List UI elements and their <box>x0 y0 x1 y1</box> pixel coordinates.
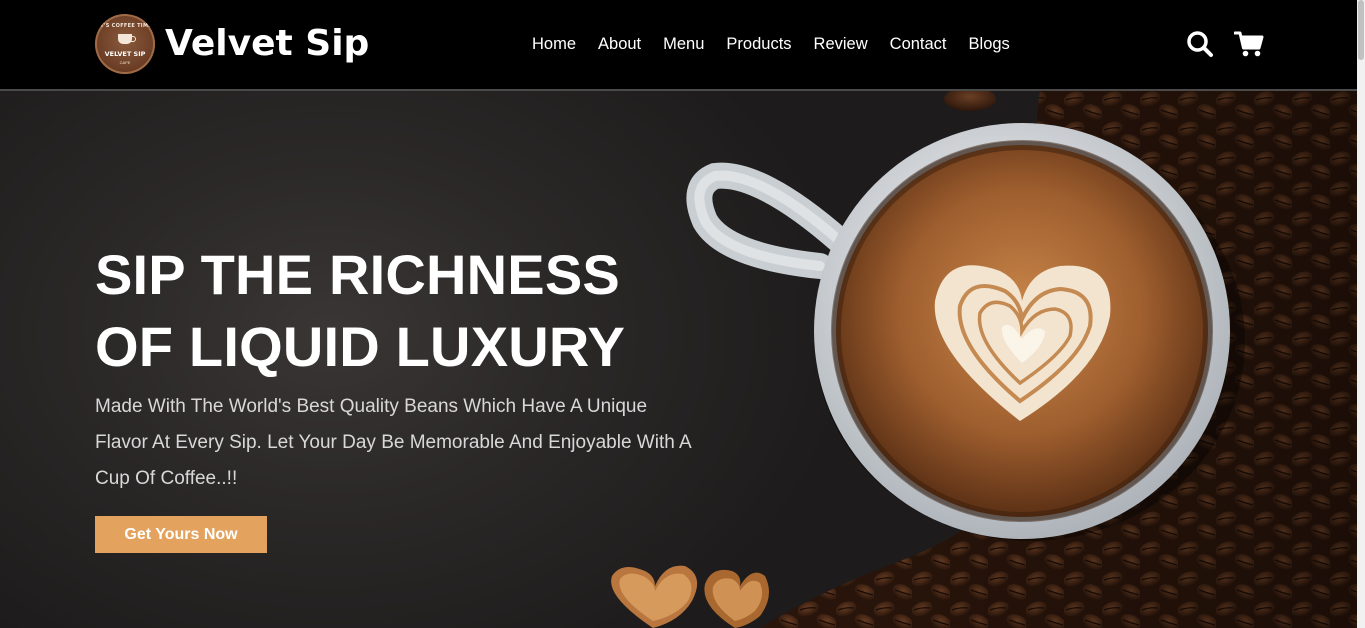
search-button[interactable] <box>1184 28 1216 60</box>
logo-badge[interactable]: IT'S COFFEE TIME VELVET SIP CAFE <box>95 14 155 74</box>
hero-title: SIP THE RICHNESS OF LIQUID LUXURY <box>95 239 715 383</box>
nav-products[interactable]: Products <box>726 33 791 55</box>
main-nav: Home About Menu Products Review Contact … <box>532 33 1010 55</box>
hero-section: SIP THE RICHNESS OF LIQUID LUXURY Made W… <box>0 91 1357 628</box>
nav-review[interactable]: Review <box>814 33 868 55</box>
nav-blogs[interactable]: Blogs <box>969 33 1010 55</box>
cart-button[interactable] <box>1233 28 1265 60</box>
nav-about[interactable]: About <box>598 33 641 55</box>
brand-name[interactable]: Velvet Sip <box>165 22 369 66</box>
nav-contact[interactable]: Contact <box>890 33 947 55</box>
logo-badge-sub: CAFE <box>119 60 131 65</box>
nav-home[interactable]: Home <box>532 33 576 55</box>
hero-title-line2: OF LIQUID LUXURY <box>95 315 626 378</box>
page: IT'S COFFEE TIME VELVET SIP CAFE Velvet … <box>0 0 1365 628</box>
logo-badge-name: VELVET SIP <box>104 50 146 58</box>
cart-icon <box>1234 31 1264 57</box>
search-icon <box>1187 31 1213 57</box>
scrollbar-thumb[interactable] <box>1358 0 1364 60</box>
hero-description: Made With The World's Best Quality Beans… <box>95 396 691 489</box>
site-header: IT'S COFFEE TIME VELVET SIP CAFE Velvet … <box>0 0 1357 91</box>
coffee-cup-icon <box>118 34 136 44</box>
logo-ring-text: IT'S COFFEE TIME <box>98 23 152 29</box>
nav-menu[interactable]: Menu <box>663 33 704 55</box>
page-scrollbar[interactable] <box>1357 0 1365 628</box>
hero-title-line1: SIP THE RICHNESS <box>95 243 620 306</box>
get-yours-now-button[interactable]: Get Yours Now <box>95 516 267 553</box>
